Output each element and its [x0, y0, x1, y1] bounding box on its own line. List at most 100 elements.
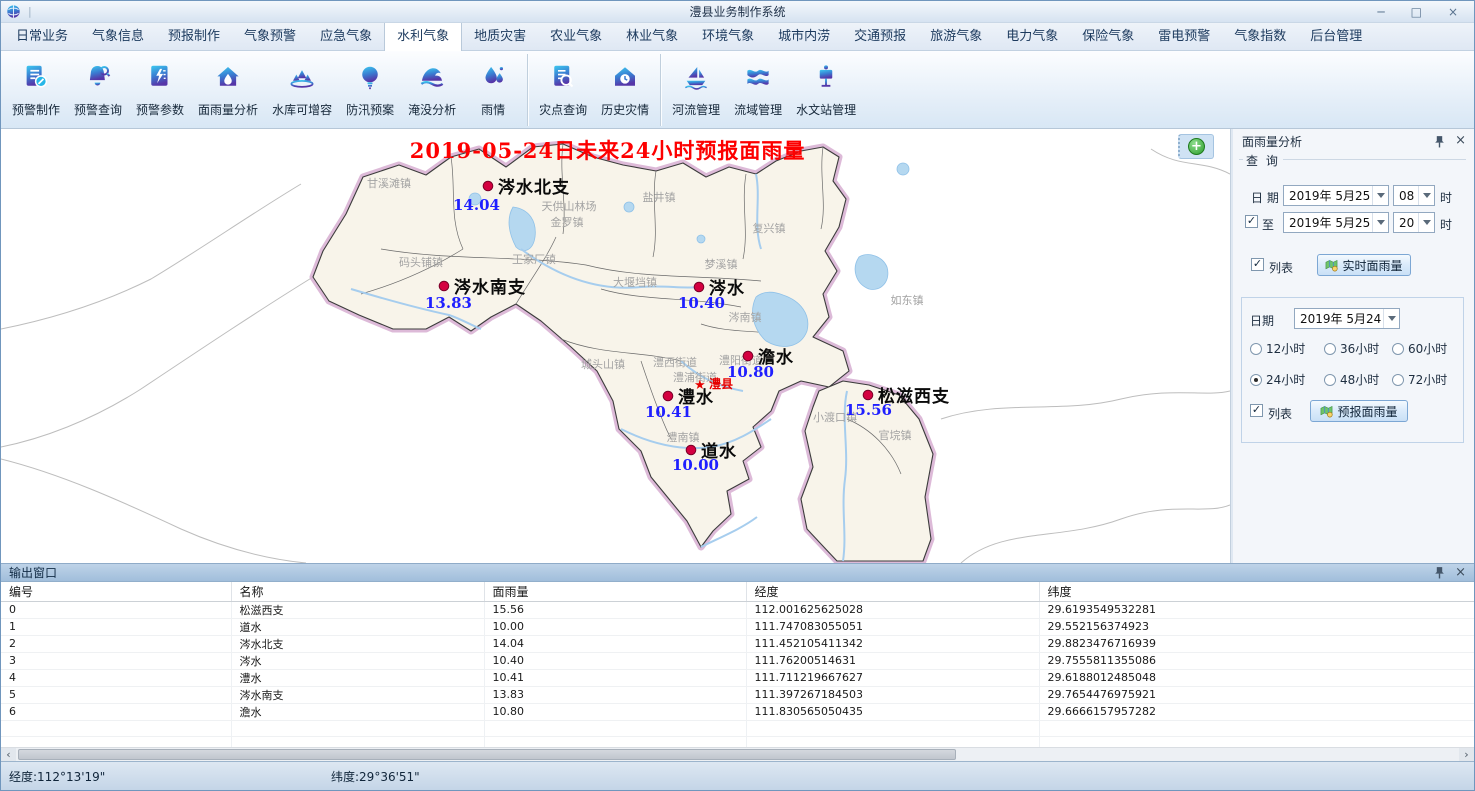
station-marker[interactable] [743, 351, 753, 361]
station-marker[interactable] [863, 390, 873, 400]
menu-tab[interactable]: 水利气象 [384, 19, 462, 51]
toolbar-button-doc-edit[interactable]: 预警制作 [5, 56, 67, 124]
pin-icon[interactable] [1434, 566, 1445, 579]
table-cell: 111.452105411342 [746, 635, 1039, 652]
menu-tab[interactable]: 交通预报 [842, 20, 918, 50]
toolbar: 预警制作预警查询预警参数面雨量分析水库可增容防汛预案淹没分析雨情灾点查询历史灾情… [1, 51, 1474, 129]
hydro-station-icon [811, 62, 841, 96]
menu-tab[interactable]: 保险气象 [1070, 20, 1146, 50]
toolbar-button-label: 面雨量分析 [198, 101, 258, 118]
forecast-rain-button[interactable]: 预报面雨量 [1310, 400, 1408, 422]
toolbar-button-doc-search[interactable]: 灾点查询 [532, 56, 594, 124]
menu-tab[interactable]: 地质灾害 [462, 20, 538, 50]
pin-icon[interactable] [1434, 135, 1445, 148]
minimize-button[interactable]: ─ [1377, 5, 1384, 19]
forecast-list-checkbox[interactable] [1250, 404, 1263, 417]
column-header[interactable]: 面雨量 [484, 582, 746, 601]
table-cell: 6 [1, 703, 231, 720]
menu-tab[interactable]: 气象信息 [80, 20, 156, 50]
toolbar-button-rain-drops[interactable]: 雨情 [463, 56, 523, 124]
toolbar-button-bell-search[interactable]: 预警查询 [67, 56, 129, 124]
table-row[interactable]: 1道水10.00111.74708305505129.552156374923 [1, 618, 1474, 635]
table-row[interactable]: 4澧水10.41111.71121966762729.6188012485048 [1, 669, 1474, 686]
table-cell: 111.397267184503 [746, 686, 1039, 703]
table-cell: 29.552156374923 [1039, 618, 1474, 635]
to-checkbox[interactable] [1245, 215, 1258, 228]
date-label: 日 期 [1251, 189, 1279, 206]
panel-close-icon[interactable]: × [1455, 135, 1466, 147]
start-date-select[interactable]: 2019年 5月25日 [1283, 185, 1389, 206]
realtime-list-checkbox[interactable] [1251, 258, 1264, 271]
station-marker[interactable] [694, 282, 704, 292]
menu-tab[interactable]: 后台管理 [1298, 20, 1374, 50]
menu-tab[interactable]: 气象指数 [1222, 20, 1298, 50]
menu-tab[interactable]: 环境气象 [690, 20, 766, 50]
bell-search-icon [83, 62, 113, 96]
menu-tab[interactable]: 城市内涝 [766, 20, 842, 50]
realtime-rain-button[interactable]: 实时面雨量 [1317, 254, 1411, 276]
map-zoom-in-button[interactable]: + [1178, 134, 1214, 159]
table-row[interactable]: 2涔水北支14.04111.45210541134229.88234767169… [1, 635, 1474, 652]
station-marker[interactable] [483, 181, 493, 191]
toolbar-button-reservoir[interactable]: 水库可增容 [265, 56, 339, 124]
column-header[interactable]: 编号 [1, 582, 231, 601]
duration-radio-72小时[interactable]: 72小时 [1392, 371, 1447, 388]
toolbar-button-house-drop[interactable]: 面雨量分析 [191, 56, 265, 124]
map-canvas[interactable]: 甘溪滩镇盐井镇天供山林场金罗镇复兴镇码头铺镇王家厂镇梦溪镇大堰垱镇涔南镇如东镇城… [1, 129, 1230, 563]
start-hour-select[interactable]: 08 [1393, 185, 1435, 206]
menu-tab[interactable]: 农业气象 [538, 20, 614, 50]
duration-radio-12小时[interactable]: 12小时 [1250, 340, 1305, 357]
station-marker[interactable] [439, 281, 449, 291]
table-cell: 111.711219667627 [746, 669, 1039, 686]
toolbar-button-basin-waves[interactable]: 流域管理 [727, 56, 789, 124]
station-marker[interactable] [686, 445, 696, 455]
maximize-button[interactable]: □ [1411, 5, 1422, 19]
toolbar-button-hydro-station[interactable]: 水文站管理 [789, 56, 863, 124]
radio-icon [1250, 343, 1262, 355]
menu-tab[interactable]: 林业气象 [614, 20, 690, 50]
table-row[interactable]: 0松滋西支15.56112.00162562502829.61935495322… [1, 601, 1474, 618]
menu-tab[interactable]: 应急气象 [308, 20, 384, 50]
duration-radio-48小时[interactable]: 48小时 [1324, 371, 1379, 388]
table-row[interactable]: 3涔水10.40111.7620051463129.7555811355086 [1, 652, 1474, 669]
toolbar-button-river-boat[interactable]: 河流管理 [665, 56, 727, 124]
town-label: 澧西街道 [653, 355, 697, 369]
forecast-date-select[interactable]: 2019年 5月24日 [1294, 308, 1400, 329]
close-button[interactable]: × [1448, 5, 1458, 19]
menu-tab[interactable]: 旅游气象 [918, 20, 994, 50]
end-hour-select[interactable]: 20 [1393, 212, 1435, 233]
duration-radio-24小时[interactable]: 24小时 [1250, 371, 1305, 388]
toolbar-group-separator [527, 54, 528, 126]
horizontal-scrollbar[interactable]: ‹ › [1, 747, 1474, 761]
toolbar-button-doc-bolt[interactable]: 预警参数 [129, 56, 191, 124]
end-date-select[interactable]: 2019年 5月25日 [1283, 212, 1389, 233]
radio-icon [1392, 374, 1404, 386]
table-row[interactable]: 5涔水南支13.83111.39726718450329.76544769759… [1, 686, 1474, 703]
column-header[interactable]: 名称 [231, 582, 484, 601]
empty-table-row [1, 736, 1474, 747]
scroll-right-arrow[interactable]: › [1459, 748, 1474, 761]
menu-tab[interactable]: 气象预警 [232, 20, 308, 50]
toolbar-button-flood-wave[interactable]: 淹没分析 [401, 56, 463, 124]
column-header[interactable]: 经度 [746, 582, 1039, 601]
column-header[interactable]: 纬度 [1039, 582, 1474, 601]
scrollbar-thumb[interactable] [18, 749, 956, 760]
town-label: 甘溪滩镇 [367, 176, 411, 190]
menu-tab[interactable]: 日常业务 [4, 20, 80, 50]
menu-tab[interactable]: 预报制作 [156, 20, 232, 50]
station-marker[interactable] [663, 391, 673, 401]
table-row[interactable]: 6澹水10.80111.83056505043529.6666157957282 [1, 703, 1474, 720]
toolbar-button-house-clock[interactable]: 历史灾情 [594, 56, 656, 124]
duration-radio-60小时[interactable]: 60小时 [1392, 340, 1447, 357]
bulb-icon [355, 62, 385, 96]
menu-tab[interactable]: 电力气象 [994, 20, 1070, 50]
duration-label: 72小时 [1408, 371, 1447, 388]
menu-tab[interactable]: 雷电预警 [1146, 20, 1222, 50]
window-title: 澧县业务制作系统 [1, 3, 1474, 20]
table-cell: 澹水 [231, 703, 484, 720]
toolbar-button-bulb[interactable]: 防汛预案 [339, 56, 401, 124]
scroll-left-arrow[interactable]: ‹ [1, 748, 16, 761]
output-close-icon[interactable]: × [1455, 567, 1466, 579]
duration-radio-36小时[interactable]: 36小时 [1324, 340, 1379, 357]
map-svg: 甘溪滩镇盐井镇天供山林场金罗镇复兴镇码头铺镇王家厂镇梦溪镇大堰垱镇涔南镇如东镇城… [1, 129, 1230, 563]
